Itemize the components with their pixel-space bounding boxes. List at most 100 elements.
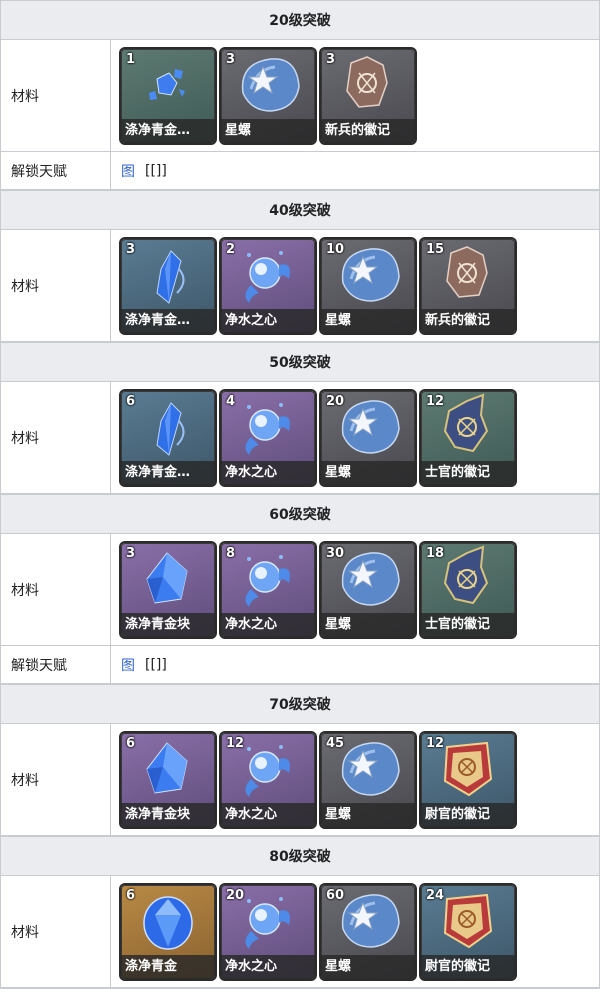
- materials-label: 材料: [1, 230, 111, 341]
- material-name: 净水之心: [221, 954, 315, 979]
- material-card[interactable]: 20 星螺: [321, 390, 415, 485]
- materials-list: 6 涤净青金 20 净水之心 60 星螺 24 尉官的徽记: [111, 876, 599, 987]
- material-name: 士官的徽记: [421, 612, 515, 637]
- material-count: 3: [326, 51, 336, 67]
- material-card[interactable]: 4 净水之心: [221, 390, 315, 485]
- talent-image-link[interactable]: 图: [121, 655, 135, 675]
- material-count: 10: [326, 241, 345, 257]
- talent-cell: 图 [[]]: [111, 646, 599, 683]
- material-card[interactable]: 6 涤净青金块: [121, 732, 215, 827]
- materials-label: 材料: [1, 876, 111, 987]
- talent-image-link[interactable]: 图: [121, 161, 135, 181]
- material-name: 涤净青金…: [121, 460, 215, 485]
- material-card[interactable]: 3 涤净青金块: [121, 542, 215, 637]
- material-count: 60: [326, 887, 345, 903]
- talent-cell: 图 [[]]: [111, 152, 599, 189]
- materials-row: 材料 6 涤净青金块 12 净水之心 45 星螺 12 尉官的徽记: [1, 724, 599, 836]
- material-card[interactable]: 3 新兵的徽记: [321, 48, 415, 143]
- materials-label: 材料: [1, 724, 111, 835]
- talent-text: [[]]: [145, 656, 167, 673]
- material-name: 士官的徽记: [421, 460, 515, 485]
- material-name: 尉官的徽记: [421, 802, 515, 827]
- material-count: 4: [226, 393, 236, 409]
- material-card[interactable]: 6 涤净青金…: [121, 390, 215, 485]
- material-count: 20: [326, 393, 345, 409]
- material-card[interactable]: 8 净水之心: [221, 542, 315, 637]
- material-name: 涤净青金: [121, 954, 215, 979]
- material-card[interactable]: 45 星螺: [321, 732, 415, 827]
- material-name: 净水之心: [221, 460, 315, 485]
- material-name: 星螺: [321, 802, 415, 827]
- material-count: 12: [426, 393, 445, 409]
- materials-row: 材料 3 涤净青金块 8 净水之心 30 星螺 18 士官的徽记: [1, 534, 599, 646]
- material-count: 1: [126, 51, 136, 67]
- material-name: 涤净青金…: [121, 118, 215, 143]
- material-count: 30: [326, 545, 345, 561]
- section-header: 50级突破: [1, 342, 599, 382]
- material-card[interactable]: 1 涤净青金…: [121, 48, 215, 143]
- material-name: 星螺: [221, 118, 315, 143]
- materials-label: 材料: [1, 534, 111, 645]
- material-count: 12: [426, 735, 445, 751]
- section-header: 40级突破: [1, 190, 599, 230]
- material-count: 6: [126, 887, 136, 903]
- material-name: 净水之心: [221, 612, 315, 637]
- talent-label: 解锁天赋: [1, 152, 111, 189]
- materials-list: 3 涤净青金… 2 净水之心 10 星螺 15 新兵的徽记: [111, 230, 599, 341]
- talent-row: 解锁天赋图 [[]]: [1, 152, 599, 190]
- materials-label: 材料: [1, 40, 111, 151]
- material-count: 12: [226, 735, 245, 751]
- material-card[interactable]: 2 净水之心: [221, 238, 315, 333]
- materials-list: 6 涤净青金块 12 净水之心 45 星螺 12 尉官的徽记: [111, 724, 599, 835]
- material-card[interactable]: 12 尉官的徽记: [421, 732, 515, 827]
- materials-label: 材料: [1, 382, 111, 493]
- material-card[interactable]: 3 星螺: [221, 48, 315, 143]
- material-count: 18: [426, 545, 445, 561]
- material-card[interactable]: 30 星螺: [321, 542, 415, 637]
- material-name: 净水之心: [221, 802, 315, 827]
- material-name: 涤净青金块: [121, 802, 215, 827]
- material-name: 星螺: [321, 460, 415, 485]
- materials-list: 6 涤净青金… 4 净水之心 20 星螺 12 士官的徽记: [111, 382, 599, 493]
- material-count: 3: [126, 545, 136, 561]
- material-name: 新兵的徽记: [421, 308, 515, 333]
- talent-text: [[]]: [145, 162, 167, 179]
- material-count: 3: [226, 51, 236, 67]
- material-card[interactable]: 12 净水之心: [221, 732, 315, 827]
- material-name: 净水之心: [221, 308, 315, 333]
- material-card[interactable]: 15 新兵的徽记: [421, 238, 515, 333]
- material-card[interactable]: 24 尉官的徽记: [421, 884, 515, 979]
- materials-list: 1 涤净青金… 3 星螺 3 新兵的徽记: [111, 40, 599, 151]
- material-card[interactable]: 10 星螺: [321, 238, 415, 333]
- material-name: 涤净青金块: [121, 612, 215, 637]
- material-name: 新兵的徽记: [321, 118, 415, 143]
- material-card[interactable]: 18 士官的徽记: [421, 542, 515, 637]
- material-name: 涤净青金…: [121, 308, 215, 333]
- material-count: 6: [126, 393, 136, 409]
- material-card[interactable]: 60 星螺: [321, 884, 415, 979]
- material-count: 45: [326, 735, 345, 751]
- material-card[interactable]: 6 涤净青金: [121, 884, 215, 979]
- material-card[interactable]: 3 涤净青金…: [121, 238, 215, 333]
- material-count: 8: [226, 545, 236, 561]
- materials-row: 材料 6 涤净青金 20 净水之心 60 星螺 24 尉官的徽记: [1, 876, 599, 988]
- materials-row: 材料 1 涤净青金… 3 星螺 3 新兵的徽记: [1, 40, 599, 152]
- material-count: 2: [226, 241, 236, 257]
- material-count: 6: [126, 735, 136, 751]
- materials-list: 3 涤净青金块 8 净水之心 30 星螺 18 士官的徽记: [111, 534, 599, 645]
- material-count: 20: [226, 887, 245, 903]
- section-header: 80级突破: [1, 836, 599, 876]
- material-count: 24: [426, 887, 445, 903]
- talent-row: 解锁天赋图 [[]]: [1, 646, 599, 684]
- materials-row: 材料 3 涤净青金… 2 净水之心 10 星螺 15 新兵的徽记: [1, 230, 599, 342]
- section-header: 70级突破: [1, 684, 599, 724]
- material-card[interactable]: 12 士官的徽记: [421, 390, 515, 485]
- talent-label: 解锁天赋: [1, 646, 111, 683]
- ascension-materials-table: 20级突破 材料 1 涤净青金… 3 星螺 3 新兵的徽记 解锁天赋图[[]] 40级突破 材料 3 涤…: [0, 0, 600, 989]
- material-card[interactable]: 20 净水之心: [221, 884, 315, 979]
- section-header: 60级突破: [1, 494, 599, 534]
- material-count: 15: [426, 241, 445, 257]
- materials-row: 材料 6 涤净青金… 4 净水之心 20 星螺 12 士官的徽记: [1, 382, 599, 494]
- material-count: 3: [126, 241, 136, 257]
- section-header: 20级突破: [1, 0, 599, 40]
